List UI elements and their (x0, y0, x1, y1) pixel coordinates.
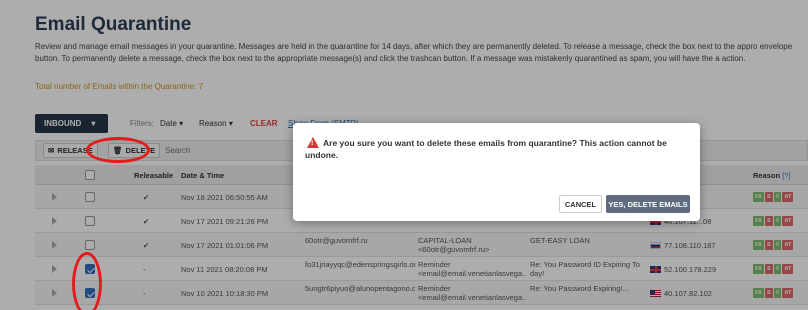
confirm-delete-button[interactable]: YES, DELETE EMAILS (606, 195, 690, 213)
annotation-circle-delete (86, 137, 150, 163)
delete-confirm-dialog: ! Are you sure you want to delete these … (293, 123, 700, 221)
dialog-message: Are you sure you want to delete these em… (305, 138, 667, 160)
annotation-circle-checkboxes (72, 252, 102, 310)
cancel-button[interactable]: CANCEL (559, 195, 602, 213)
